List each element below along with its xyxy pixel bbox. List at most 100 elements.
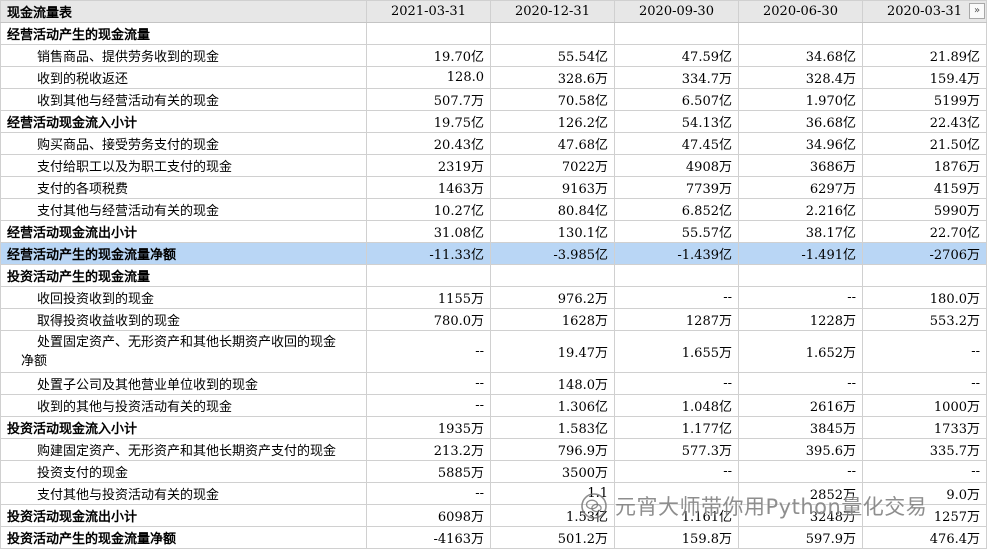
value-cell[interactable]: 796.9万: [490, 438, 615, 461]
value-cell[interactable]: 180.0万: [862, 286, 987, 309]
value-cell[interactable]: 1155万: [366, 286, 491, 309]
value-cell[interactable]: --: [862, 330, 987, 373]
value-cell[interactable]: --: [738, 372, 863, 395]
value-cell[interactable]: -11.33亿: [366, 242, 491, 265]
value-cell[interactable]: 130.1亿: [490, 220, 615, 243]
value-cell[interactable]: -1.491亿: [738, 242, 863, 265]
value-cell[interactable]: --: [738, 460, 863, 483]
subtotal-row[interactable]: 投资活动现金流出小计 6098万 1.53亿 1.161亿 3248万 1257万: [0, 504, 987, 527]
column-header-date[interactable]: 2021-03-31: [366, 0, 491, 23]
value-cell[interactable]: 1.177亿: [614, 416, 739, 439]
value-cell[interactable]: 47.59亿: [614, 44, 739, 67]
value-cell[interactable]: 10.27亿: [366, 198, 491, 221]
value-cell[interactable]: 577.3万: [614, 438, 739, 461]
table-row[interactable]: 投资支付的现金 5885万 3500万 -- -- --: [0, 460, 987, 483]
value-cell[interactable]: --: [614, 460, 739, 483]
value-cell[interactable]: --: [738, 286, 863, 309]
table-row[interactable]: 支付给职工以及为职工支付的现金 2319万 7022万 4908万 3686万 1876万: [0, 154, 987, 177]
value-cell[interactable]: -4163万: [366, 526, 491, 549]
value-cell[interactable]: 159.4万: [862, 66, 987, 89]
value-cell[interactable]: 1876万: [862, 154, 987, 177]
value-cell[interactable]: [490, 22, 615, 45]
value-cell[interactable]: --: [862, 372, 987, 395]
value-cell[interactable]: 1.161亿: [614, 504, 739, 527]
value-cell[interactable]: 476.4万: [862, 526, 987, 549]
value-cell[interactable]: [862, 264, 987, 287]
value-cell[interactable]: 80.84亿: [490, 198, 615, 221]
subtotal-row[interactable]: 投资活动产生的现金流量净额 -4163万 501.2万 159.8万 597.9万 476…: [0, 526, 987, 549]
value-cell[interactable]: 976.2万: [490, 286, 615, 309]
value-cell[interactable]: --: [366, 482, 491, 505]
column-header-date[interactable]: 2020-09-30: [614, 0, 739, 23]
section-row[interactable]: 投资活动产生的现金流量: [0, 264, 987, 287]
value-cell[interactable]: 22.70亿: [862, 220, 987, 243]
value-cell[interactable]: 3686万: [738, 154, 863, 177]
subtotal-row[interactable]: 经营活动现金流入小计 19.75亿 126.2亿 54.13亿 36.68亿 22.43亿: [0, 110, 987, 133]
table-row[interactable]: 收到的税收返还 128.0 328.6万 334.7万 328.4万 159.4万: [0, 66, 987, 89]
value-cell[interactable]: --: [614, 372, 739, 395]
value-cell[interactable]: 36.68亿: [738, 110, 863, 133]
value-cell[interactable]: 1257万: [862, 504, 987, 527]
column-header-date[interactable]: 2020-12-31: [490, 0, 615, 23]
value-cell[interactable]: 3248万: [738, 504, 863, 527]
value-cell[interactable]: 19.75亿: [366, 110, 491, 133]
value-cell[interactable]: 9163万: [490, 176, 615, 199]
value-cell[interactable]: 148.0万: [490, 372, 615, 395]
value-cell[interactable]: 5990万: [862, 198, 987, 221]
table-row[interactable]: 购买商品、接受劳务支付的现金 20.43亿 47.68亿 47.45亿 34.96亿 21…: [0, 132, 987, 155]
value-cell[interactable]: 1.53亿: [490, 504, 615, 527]
value-cell[interactable]: 395.6万: [738, 438, 863, 461]
value-cell[interactable]: 5885万: [366, 460, 491, 483]
expand-columns-button[interactable]: »: [969, 3, 985, 19]
value-cell[interactable]: 335.7万: [862, 438, 987, 461]
value-cell[interactable]: 9.0万: [862, 482, 987, 505]
value-cell[interactable]: 780.0万: [366, 308, 491, 331]
subtotal-row[interactable]: 经营活动现金流出小计 31.08亿 130.1亿 55.57亿 38.17亿 22.70亿: [0, 220, 987, 243]
table-row[interactable]: 处置子公司及其他营业单位收到的现金 -- 148.0万 -- -- --: [0, 372, 987, 395]
value-cell[interactable]: 328.6万: [490, 66, 615, 89]
value-cell[interactable]: 19.47万: [490, 330, 615, 373]
value-cell[interactable]: [366, 22, 491, 45]
value-cell[interactable]: 1000万: [862, 394, 987, 417]
value-cell[interactable]: 2319万: [366, 154, 491, 177]
value-cell[interactable]: --: [366, 372, 491, 395]
value-cell[interactable]: [614, 482, 739, 505]
value-cell[interactable]: 1463万: [366, 176, 491, 199]
value-cell[interactable]: 55.54亿: [490, 44, 615, 67]
value-cell[interactable]: [614, 22, 739, 45]
value-cell[interactable]: 20.43亿: [366, 132, 491, 155]
value-cell[interactable]: 1287万: [614, 308, 739, 331]
value-cell[interactable]: 38.17亿: [738, 220, 863, 243]
value-cell[interactable]: 1.655万: [614, 330, 739, 373]
value-cell[interactable]: 31.08亿: [366, 220, 491, 243]
value-cell[interactable]: 213.2万: [366, 438, 491, 461]
value-cell[interactable]: 126.2亿: [490, 110, 615, 133]
table-row[interactable]: 销售商品、提供劳务收到的现金 19.70亿 55.54亿 47.59亿 34.68亿 21…: [0, 44, 987, 67]
value-cell[interactable]: 7739万: [614, 176, 739, 199]
value-cell[interactable]: [490, 264, 615, 287]
value-cell[interactable]: 7022万: [490, 154, 615, 177]
value-cell[interactable]: 5199万: [862, 88, 987, 111]
value-cell[interactable]: --: [614, 286, 739, 309]
value-cell[interactable]: 1.970亿: [738, 88, 863, 111]
value-cell[interactable]: [366, 264, 491, 287]
value-cell[interactable]: -2706万: [862, 242, 987, 265]
value-cell[interactable]: 3500万: [490, 460, 615, 483]
value-cell[interactable]: 4159万: [862, 176, 987, 199]
table-row[interactable]: 支付其他与投资活动有关的现金 -- 1.1 2852万 9.0万: [0, 482, 987, 505]
value-cell[interactable]: 128.0: [366, 66, 491, 89]
value-cell[interactable]: 34.96亿: [738, 132, 863, 155]
value-cell[interactable]: 4908万: [614, 154, 739, 177]
value-cell[interactable]: 501.2万: [490, 526, 615, 549]
value-cell[interactable]: 1935万: [366, 416, 491, 439]
value-cell[interactable]: 54.13亿: [614, 110, 739, 133]
value-cell[interactable]: 2852万: [738, 482, 863, 505]
value-cell[interactable]: 1.583亿: [490, 416, 615, 439]
value-cell[interactable]: 1.1: [490, 482, 615, 505]
value-cell[interactable]: [614, 264, 739, 287]
value-cell[interactable]: [862, 22, 987, 45]
value-cell[interactable]: 47.45亿: [614, 132, 739, 155]
column-header-date[interactable]: 2020-06-30: [738, 0, 863, 23]
table-row[interactable]: 收到其他与经营活动有关的现金 507.7万 70.58亿 6.507亿 1.970亿 51…: [0, 88, 987, 111]
value-cell[interactable]: 47.68亿: [490, 132, 615, 155]
